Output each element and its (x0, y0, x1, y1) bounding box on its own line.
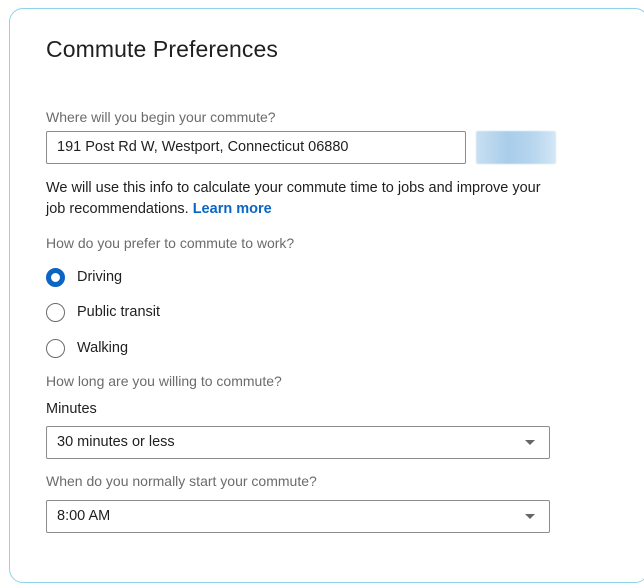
radio-walking[interactable] (46, 338, 65, 358)
info-text: We will use this info to calculate your … (46, 178, 546, 220)
page-title: Commute Preferences (46, 36, 278, 62)
minutes-label: Minutes (46, 401, 97, 417)
start-location-label: Where will you begin your commute? (46, 109, 276, 125)
chevron-down-icon (525, 514, 535, 519)
chevron-down-icon (525, 440, 535, 445)
radio-option-public-transit[interactable]: Public transit (46, 301, 160, 323)
commute-duration-select[interactable]: 30 minutes or less (46, 426, 550, 459)
start-time-value: 8:00 AM (57, 508, 111, 524)
start-location-input[interactable]: 191 Post Rd W, Westport, Connecticut 068… (46, 131, 466, 164)
radio-option-walking[interactable]: Walking (46, 337, 128, 359)
radio-driving-checked[interactable] (46, 267, 65, 287)
info-description: We will use this info to calculate your … (46, 180, 541, 217)
radio-driving-label: Driving (77, 269, 123, 285)
commute-duration-label: How long are you willing to commute? (46, 373, 282, 389)
start-time-select[interactable]: 8:00 AM (46, 500, 550, 533)
blurred-button[interactable] (476, 131, 556, 164)
commute-duration-value: 30 minutes or less (57, 434, 175, 450)
commute-mode-label: How do you prefer to commute to work? (46, 235, 295, 251)
radio-walking-label: Walking (77, 340, 129, 356)
radio-public-transit-label: Public transit (77, 304, 161, 320)
radio-public-transit[interactable] (46, 302, 65, 322)
learn-more-link[interactable]: Learn more (193, 201, 272, 217)
commute-preferences-card (9, 8, 644, 583)
radio-option-driving[interactable]: Driving (46, 266, 122, 288)
start-time-label: When do you normally start your commute? (46, 473, 317, 489)
